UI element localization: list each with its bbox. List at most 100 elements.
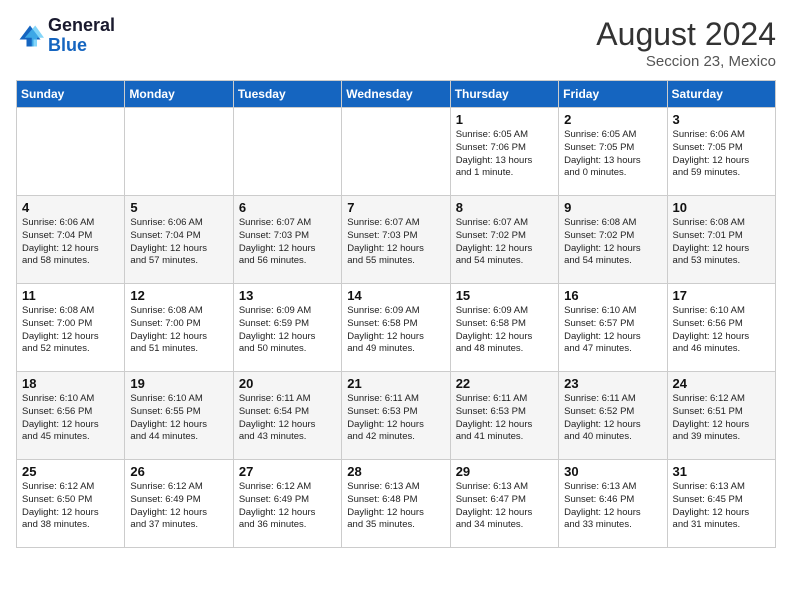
week-row-4: 18 Sunrise: 6:10 AM Sunset: 6:56 PM Dayli… — [17, 372, 776, 460]
calendar-cell: 17Sunrise: 6:10 AM Sunset: 6:56 PM Dayli… — [667, 284, 775, 372]
calendar-cell: 15 Sunrise: 6:09 AM Sunset: 6:58 PM Dayli… — [450, 284, 558, 372]
day-number: 12 — [130, 288, 227, 303]
calendar-cell: 12 Sunrise: 6:08 AM Sunset: 7:00 PM Dayli… — [125, 284, 233, 372]
day-number: 5 — [130, 200, 227, 215]
day-detail: Sunrise: 6:06 AM Sunset: 7:04 PM Dayligh… — [22, 217, 119, 268]
day-detail: Sunrise: 6:12 AM Sunset: 6:49 PM Dayligh… — [130, 481, 227, 532]
day-number: 26 — [130, 464, 227, 479]
day-detail: Sunrise: 6:05 AM Sunset: 7:06 PM Dayligh… — [456, 129, 553, 180]
calendar-cell: 6 Sunrise: 6:07 AM Sunset: 7:03 PM Daylig… — [233, 196, 341, 284]
day-number: 4 — [22, 200, 119, 215]
calendar-cell: 19 Sunrise: 6:10 AM Sunset: 6:55 PM Dayli… — [125, 372, 233, 460]
day-number: 23 — [564, 376, 661, 391]
col-header-tuesday: Tuesday — [233, 81, 341, 108]
day-number: 17 — [673, 288, 770, 303]
day-detail: Sunrise: 6:08 AM Sunset: 7:01 PM Dayligh… — [673, 217, 770, 268]
day-number: 8 — [456, 200, 553, 215]
day-detail: Sunrise: 6:10 AM Sunset: 6:56 PM Dayligh… — [22, 393, 119, 444]
day-number: 16 — [564, 288, 661, 303]
calendar-cell: 27 Sunrise: 6:12 AM Sunset: 6:49 PM Dayli… — [233, 460, 341, 548]
day-detail: Sunrise: 6:07 AM Sunset: 7:03 PM Dayligh… — [347, 217, 444, 268]
day-detail: Sunrise: 6:13 AM Sunset: 6:46 PM Dayligh… — [564, 481, 661, 532]
calendar-table: SundayMondayTuesdayWednesdayThursdayFrid… — [16, 80, 776, 548]
calendar-cell: 26 Sunrise: 6:12 AM Sunset: 6:49 PM Dayli… — [125, 460, 233, 548]
page-header: GeneralBlue August 2024 Seccion 23, Mexi… — [16, 16, 776, 70]
calendar-cell: 14 Sunrise: 6:09 AM Sunset: 6:58 PM Dayli… — [342, 284, 450, 372]
logo-text: GeneralBlue — [48, 16, 115, 56]
calendar-cell: 2 Sunrise: 6:05 AM Sunset: 7:05 PM Daylig… — [559, 108, 667, 196]
day-detail: Sunrise: 6:10 AM Sunset: 6:57 PM Dayligh… — [564, 305, 661, 356]
calendar-cell: 18 Sunrise: 6:10 AM Sunset: 6:56 PM Dayli… — [17, 372, 125, 460]
calendar-cell: 21 Sunrise: 6:11 AM Sunset: 6:53 PM Dayli… — [342, 372, 450, 460]
calendar-cell: 13Sunrise: 6:09 AM Sunset: 6:59 PM Dayli… — [233, 284, 341, 372]
week-row-2: 4 Sunrise: 6:06 AM Sunset: 7:04 PM Daylig… — [17, 196, 776, 284]
day-number: 1 — [456, 112, 553, 127]
calendar-cell — [17, 108, 125, 196]
day-detail: Sunrise: 6:05 AM Sunset: 7:05 PM Dayligh… — [564, 129, 661, 180]
day-detail: Sunrise: 6:08 AM Sunset: 7:00 PM Dayligh… — [130, 305, 227, 356]
week-row-5: 25Sunrise: 6:12 AM Sunset: 6:50 PM Dayli… — [17, 460, 776, 548]
day-detail: Sunrise: 6:10 AM Sunset: 6:55 PM Dayligh… — [130, 393, 227, 444]
day-detail: Sunrise: 6:13 AM Sunset: 6:45 PM Dayligh… — [673, 481, 770, 532]
day-number: 6 — [239, 200, 336, 215]
day-number: 24 — [673, 376, 770, 391]
calendar-cell — [125, 108, 233, 196]
day-number: 21 — [347, 376, 444, 391]
calendar-cell: 24 Sunrise: 6:12 AM Sunset: 6:51 PM Dayli… — [667, 372, 775, 460]
location: Seccion 23, Mexico — [596, 53, 776, 70]
calendar-cell: 1 Sunrise: 6:05 AM Sunset: 7:06 PM Daylig… — [450, 108, 558, 196]
day-number: 22 — [456, 376, 553, 391]
day-number: 18 — [22, 376, 119, 391]
calendar-cell: 5 Sunrise: 6:06 AM Sunset: 7:04 PM Daylig… — [125, 196, 233, 284]
day-detail: Sunrise: 6:11 AM Sunset: 6:52 PM Dayligh… — [564, 393, 661, 444]
day-number: 28 — [347, 464, 444, 479]
calendar-cell: 29Sunrise: 6:13 AM Sunset: 6:47 PM Dayli… — [450, 460, 558, 548]
calendar-cell — [342, 108, 450, 196]
day-detail: Sunrise: 6:11 AM Sunset: 6:54 PM Dayligh… — [239, 393, 336, 444]
day-detail: Sunrise: 6:09 AM Sunset: 6:58 PM Dayligh… — [347, 305, 444, 356]
day-number: 15 — [456, 288, 553, 303]
calendar-cell: 3 Sunrise: 6:06 AM Sunset: 7:05 PM Daylig… — [667, 108, 775, 196]
day-number: 20 — [239, 376, 336, 391]
day-detail: Sunrise: 6:11 AM Sunset: 6:53 PM Dayligh… — [347, 393, 444, 444]
day-detail: Sunrise: 6:08 AM Sunset: 7:02 PM Dayligh… — [564, 217, 661, 268]
calendar-cell: 10 Sunrise: 6:08 AM Sunset: 7:01 PM Dayli… — [667, 196, 775, 284]
day-detail: Sunrise: 6:13 AM Sunset: 6:47 PM Dayligh… — [456, 481, 553, 532]
calendar-cell: 23 Sunrise: 6:11 AM Sunset: 6:52 PM Dayli… — [559, 372, 667, 460]
col-header-saturday: Saturday — [667, 81, 775, 108]
calendar-cell: 22 Sunrise: 6:11 AM Sunset: 6:53 PM Dayli… — [450, 372, 558, 460]
week-row-3: 11 Sunrise: 6:08 AM Sunset: 7:00 PM Dayli… — [17, 284, 776, 372]
day-detail: Sunrise: 6:11 AM Sunset: 6:53 PM Dayligh… — [456, 393, 553, 444]
col-header-monday: Monday — [125, 81, 233, 108]
calendar-cell: 25Sunrise: 6:12 AM Sunset: 6:50 PM Dayli… — [17, 460, 125, 548]
day-detail: Sunrise: 6:06 AM Sunset: 7:04 PM Dayligh… — [130, 217, 227, 268]
col-header-wednesday: Wednesday — [342, 81, 450, 108]
day-detail: Sunrise: 6:09 AM Sunset: 6:58 PM Dayligh… — [456, 305, 553, 356]
day-detail: Sunrise: 6:12 AM Sunset: 6:50 PM Dayligh… — [22, 481, 119, 532]
calendar-cell: 4 Sunrise: 6:06 AM Sunset: 7:04 PM Daylig… — [17, 196, 125, 284]
day-number: 19 — [130, 376, 227, 391]
day-detail: Sunrise: 6:07 AM Sunset: 7:02 PM Dayligh… — [456, 217, 553, 268]
calendar-cell: 9 Sunrise: 6:08 AM Sunset: 7:02 PM Daylig… — [559, 196, 667, 284]
calendar-cell: 31Sunrise: 6:13 AM Sunset: 6:45 PM Dayli… — [667, 460, 775, 548]
day-number: 27 — [239, 464, 336, 479]
day-detail: Sunrise: 6:13 AM Sunset: 6:48 PM Dayligh… — [347, 481, 444, 532]
day-detail: Sunrise: 6:12 AM Sunset: 6:51 PM Dayligh… — [673, 393, 770, 444]
calendar-cell: 28 Sunrise: 6:13 AM Sunset: 6:48 PM Dayli… — [342, 460, 450, 548]
day-detail: Sunrise: 6:12 AM Sunset: 6:49 PM Dayligh… — [239, 481, 336, 532]
day-number: 7 — [347, 200, 444, 215]
day-number: 14 — [347, 288, 444, 303]
day-detail: Sunrise: 6:06 AM Sunset: 7:05 PM Dayligh… — [673, 129, 770, 180]
day-number: 2 — [564, 112, 661, 127]
day-detail: Sunrise: 6:07 AM Sunset: 7:03 PM Dayligh… — [239, 217, 336, 268]
day-number: 11 — [22, 288, 119, 303]
day-number: 9 — [564, 200, 661, 215]
calendar-cell: 7 Sunrise: 6:07 AM Sunset: 7:03 PM Daylig… — [342, 196, 450, 284]
col-header-thursday: Thursday — [450, 81, 558, 108]
calendar-cell: 11Sunrise: 6:08 AM Sunset: 7:00 PM Dayli… — [17, 284, 125, 372]
day-number: 3 — [673, 112, 770, 127]
calendar-cell: 30Sunrise: 6:13 AM Sunset: 6:46 PM Dayli… — [559, 460, 667, 548]
calendar-cell: 20 Sunrise: 6:11 AM Sunset: 6:54 PM Dayli… — [233, 372, 341, 460]
day-number: 10 — [673, 200, 770, 215]
calendar-cell: 16 Sunrise: 6:10 AM Sunset: 6:57 PM Dayli… — [559, 284, 667, 372]
